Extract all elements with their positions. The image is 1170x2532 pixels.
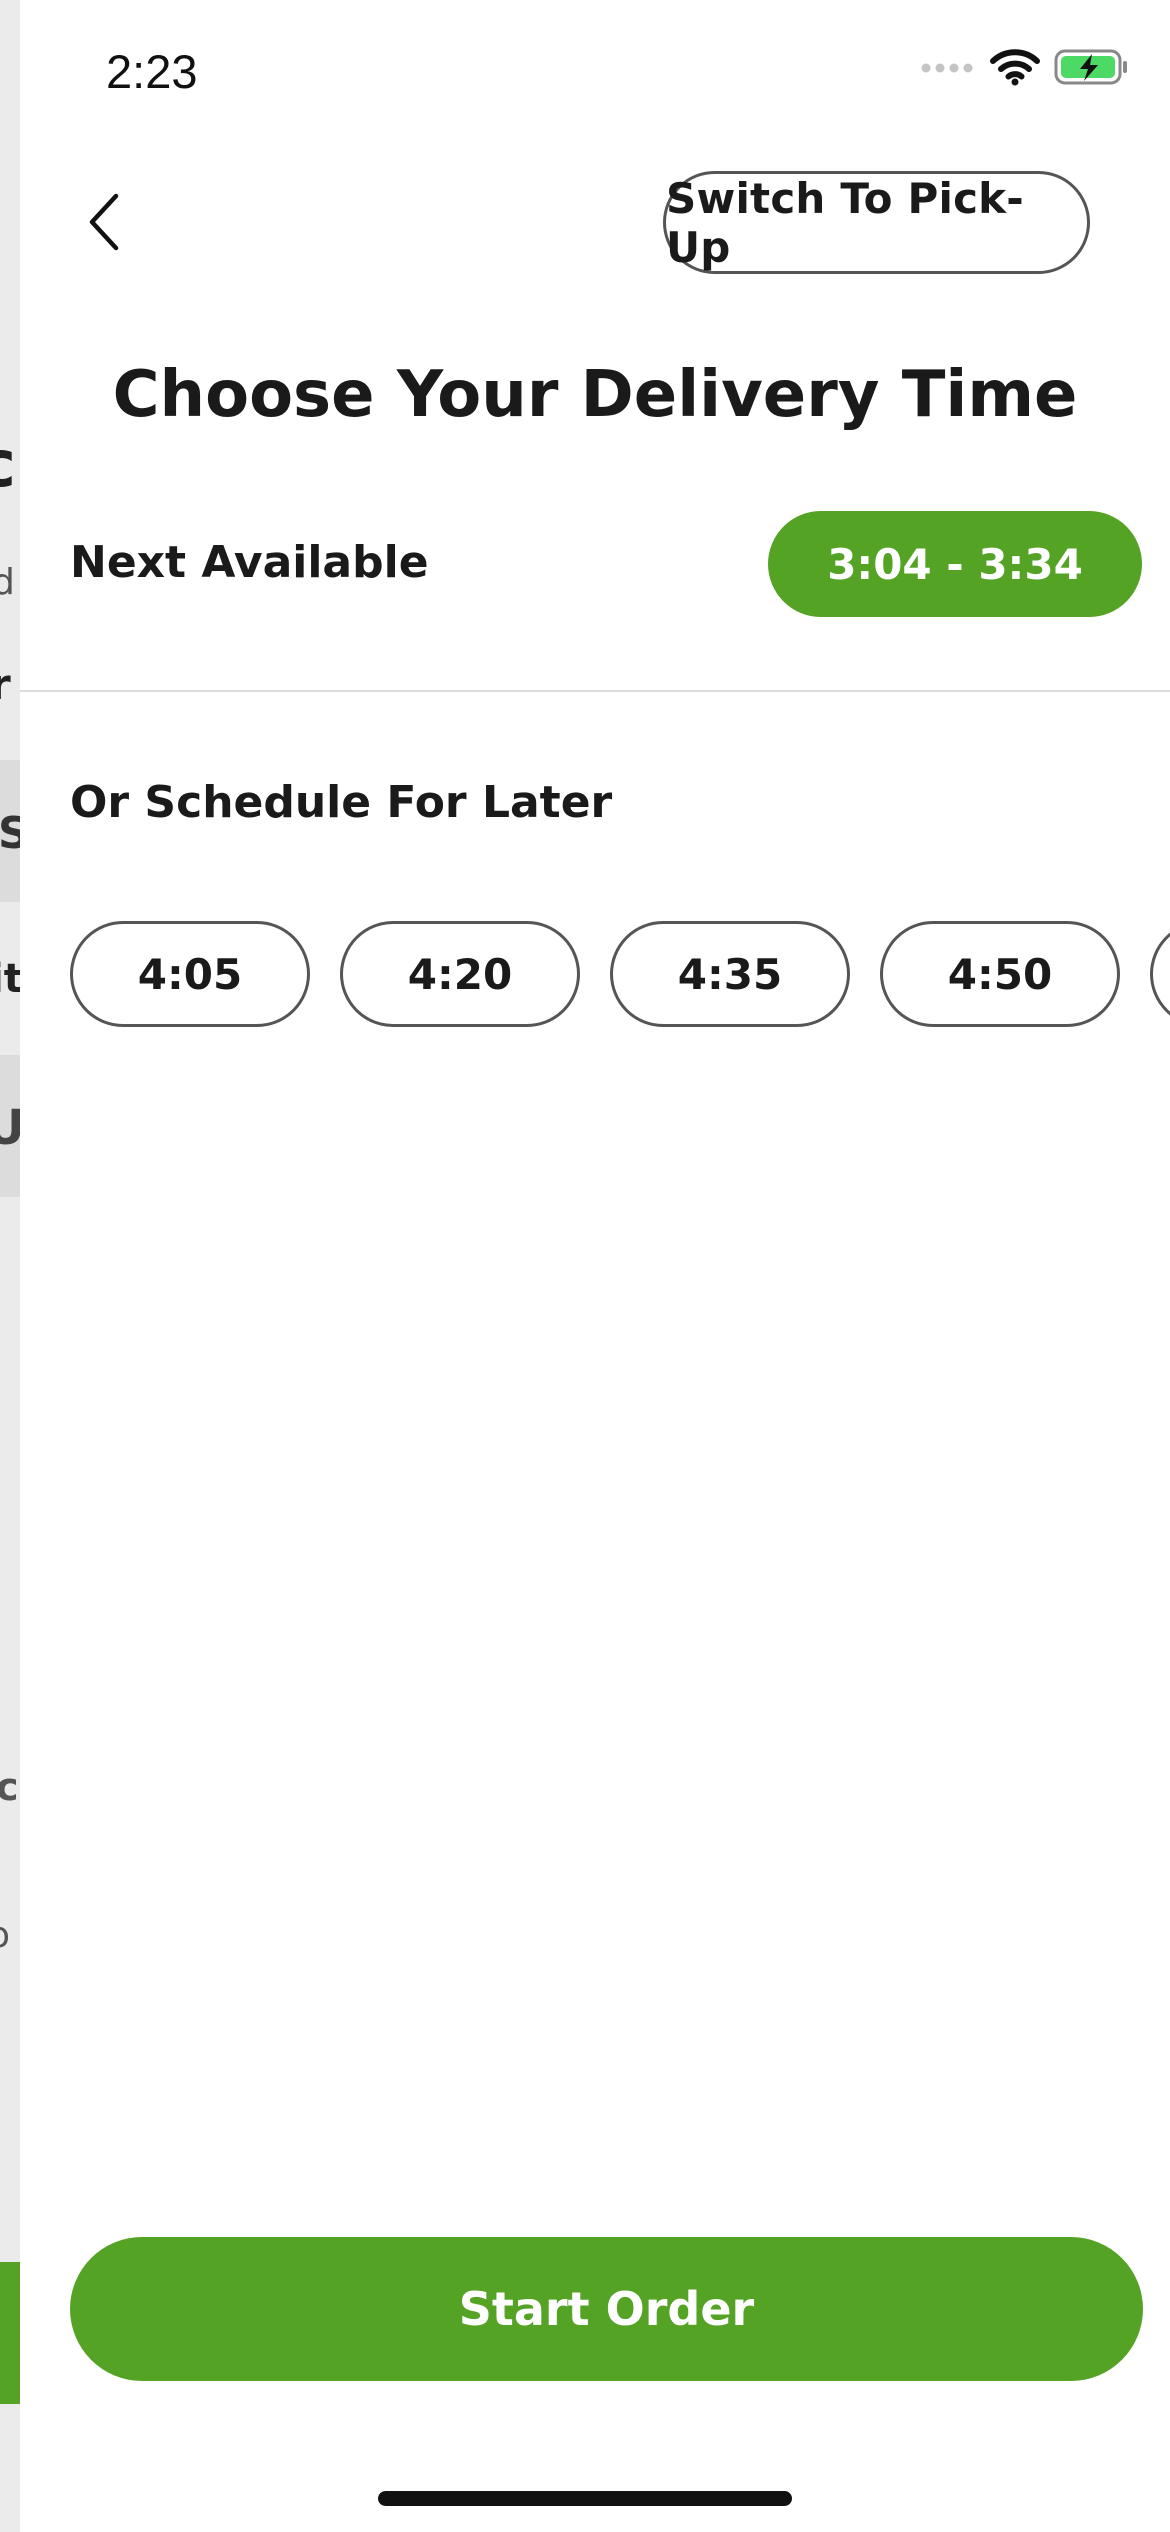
wifi-icon [990, 48, 1040, 91]
back-button[interactable] [68, 188, 140, 260]
peek-green-button [0, 2262, 20, 2404]
home-indicator [378, 2491, 792, 2506]
peek-fragment: it [0, 956, 20, 1002]
start-order-button[interactable]: Start Order [70, 2237, 1143, 2381]
time-slots-row[interactable]: 4:05 4:20 4:35 4:50 [70, 921, 1170, 1029]
time-slot-button[interactable]: 4:20 [340, 921, 580, 1027]
peek-fragment: U [0, 1100, 20, 1156]
status-time: 2:23 [106, 45, 198, 98]
page-title: Choose Your Delivery Time [112, 358, 1078, 432]
chevron-left-icon [86, 192, 122, 257]
section-divider [20, 690, 1170, 692]
peek-fragment: c [0, 1765, 19, 1809]
time-slot-button[interactable] [1150, 921, 1170, 1027]
time-slot-button[interactable]: 4:50 [880, 921, 1120, 1027]
time-slot-button[interactable]: 4:05 [70, 921, 310, 1027]
time-slot-button[interactable]: 4:35 [610, 921, 850, 1027]
switch-to-pickup-button[interactable]: Switch To Pick-Up [663, 171, 1090, 274]
peek-fragment: d [0, 562, 15, 603]
next-available-slot-button[interactable]: 3:04 - 3:34 [768, 511, 1142, 617]
signal-dots-icon [920, 60, 976, 79]
peek-fragment: cl [0, 428, 20, 502]
status-bar: 2:23 [20, 0, 1170, 140]
peek-fragment: S [0, 808, 20, 859]
delivery-time-sheet: 2:23 Switch To Pick-Up Choose Your Deliv… [20, 0, 1170, 2532]
background-screen-peek: cl d r S it U c o [0, 0, 20, 2532]
next-available-label: Next Available [70, 537, 429, 588]
schedule-later-label: Or Schedule For Later [70, 777, 613, 828]
peek-fragment: r [0, 660, 11, 709]
status-icons [920, 48, 1130, 91]
battery-charging-icon [1054, 48, 1130, 91]
peek-fragment: o [0, 1915, 10, 1956]
